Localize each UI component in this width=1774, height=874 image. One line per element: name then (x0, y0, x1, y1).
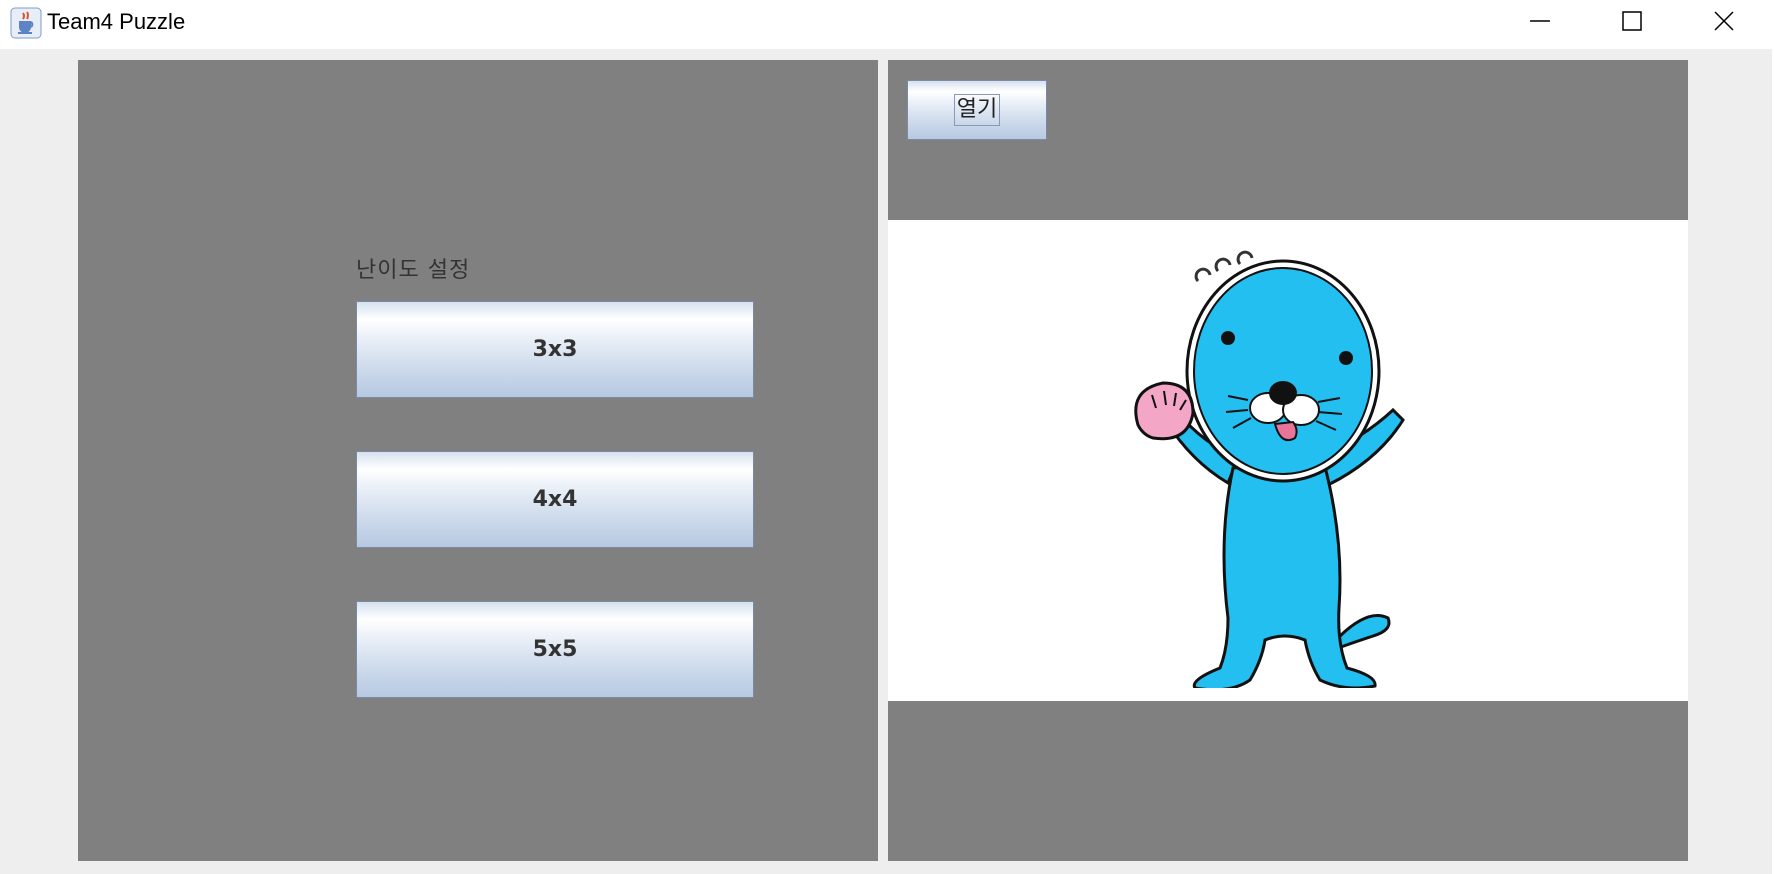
difficulty-4x4-button[interactable]: 4x4 (356, 451, 754, 548)
close-icon (1714, 11, 1734, 31)
window-title: Team4 Puzzle (47, 9, 186, 34)
open-button-label: 열기 (953, 94, 1001, 126)
difficulty-3x3-button[interactable]: 3x3 (356, 301, 754, 398)
maximize-button[interactable] (1587, 0, 1677, 44)
image-panel: 열기 (888, 60, 1688, 861)
difficulty-5x5-button[interactable]: 5x5 (356, 601, 754, 698)
image-preview (888, 220, 1688, 701)
minimize-icon (1530, 20, 1550, 22)
minimize-button[interactable] (1495, 0, 1585, 44)
difficulty-panel: 난이도 설정 3x3 4x4 5x5 (78, 60, 878, 861)
java-cup-icon (10, 7, 42, 39)
window-titlebar: Team4 Puzzle (0, 0, 1774, 49)
close-button[interactable] (1679, 0, 1769, 44)
difficulty-label: 난이도 설정 (356, 258, 471, 283)
open-button[interactable]: 열기 (907, 80, 1047, 140)
image-footer (888, 701, 1688, 861)
maximize-icon (1622, 11, 1642, 31)
blue-otter-mascot-image (1134, 250, 1405, 688)
image-toolbar: 열기 (888, 60, 1688, 220)
